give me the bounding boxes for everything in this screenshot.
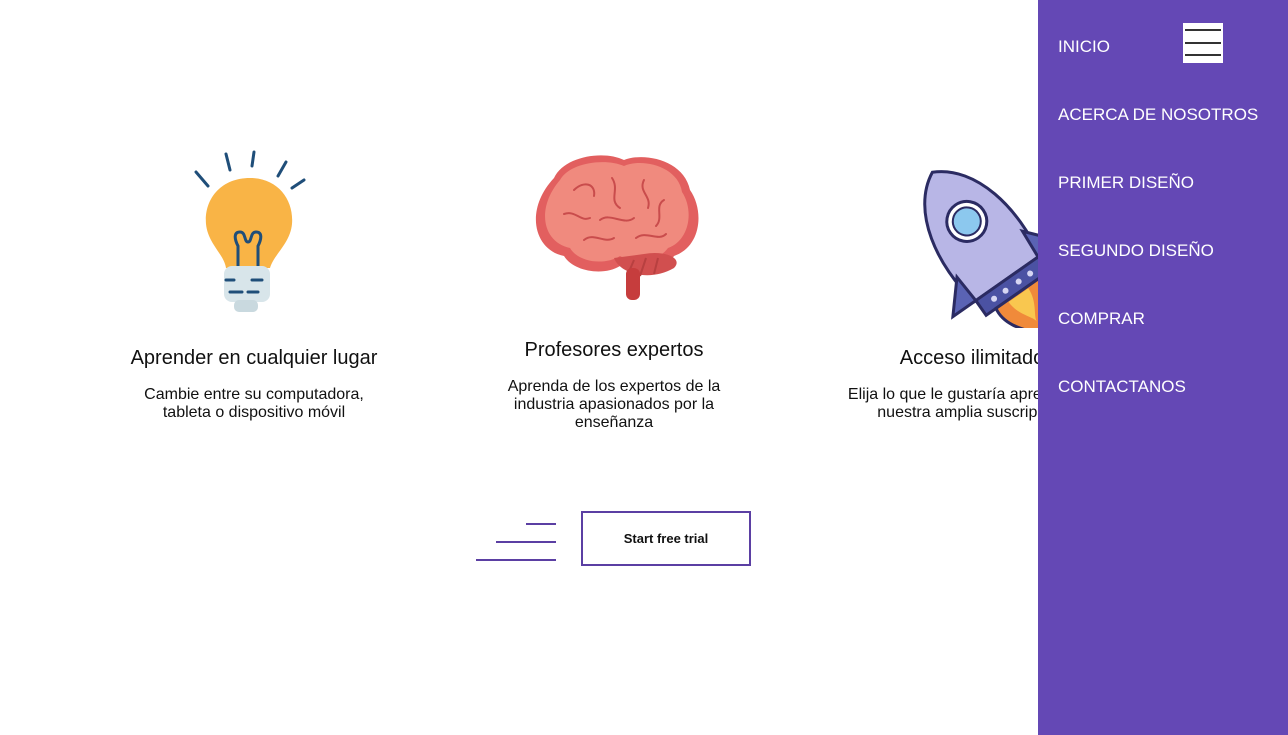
hamburger-menu-icon[interactable] <box>1183 23 1223 63</box>
nav-item-segundo-diseno[interactable]: SEGUNDO DISEÑO <box>1058 241 1214 261</box>
hamburger-bar <box>1185 29 1221 31</box>
nav-item-comprar[interactable]: COMPRAR <box>1058 309 1145 329</box>
feature-title: Profesores expertos <box>524 339 704 361</box>
start-free-trial-button[interactable]: Start free trial <box>581 511 751 566</box>
feature-description-line: Cambie entre su computadora, <box>144 386 364 403</box>
speed-lines-decoration <box>476 523 556 561</box>
feature-description-line: enseñanza <box>574 414 654 431</box>
feature-anywhere: Aprender en cualquier lugar Cambie entre… <box>120 347 388 422</box>
feature-description-line: Aprenda de los expertos de la <box>507 378 721 395</box>
feature-title: Aprender en cualquier lugar <box>130 347 378 369</box>
feature-experts: Profesores expertos Aprenda de los exper… <box>490 339 738 432</box>
nav-item-acerca-de-nosotros[interactable]: ACERCA DE NOSOTROS <box>1058 105 1258 125</box>
nav-item-contactanos[interactable]: CONTACTANOS <box>1058 377 1186 397</box>
feature-description: Cambie entre su computadora, tableta o d… <box>120 386 388 422</box>
side-navigation-panel: INICIO ACERCA DE NOSOTROS PRIMER DISEÑO … <box>1038 0 1288 735</box>
nav-item-primer-diseno[interactable]: PRIMER DISEÑO <box>1058 173 1194 193</box>
brain-icon <box>535 155 699 300</box>
feature-description-line: tableta o dispositivo móvil <box>162 404 346 421</box>
feature-description-line: industria apasionados por la <box>513 396 715 413</box>
hamburger-bar <box>1185 42 1221 44</box>
feature-description: Aprenda de los expertos de la industria … <box>490 378 738 432</box>
lightbulb-icon <box>194 150 306 312</box>
hamburger-bar <box>1185 54 1221 56</box>
nav-item-inicio[interactable]: INICIO <box>1058 37 1110 57</box>
